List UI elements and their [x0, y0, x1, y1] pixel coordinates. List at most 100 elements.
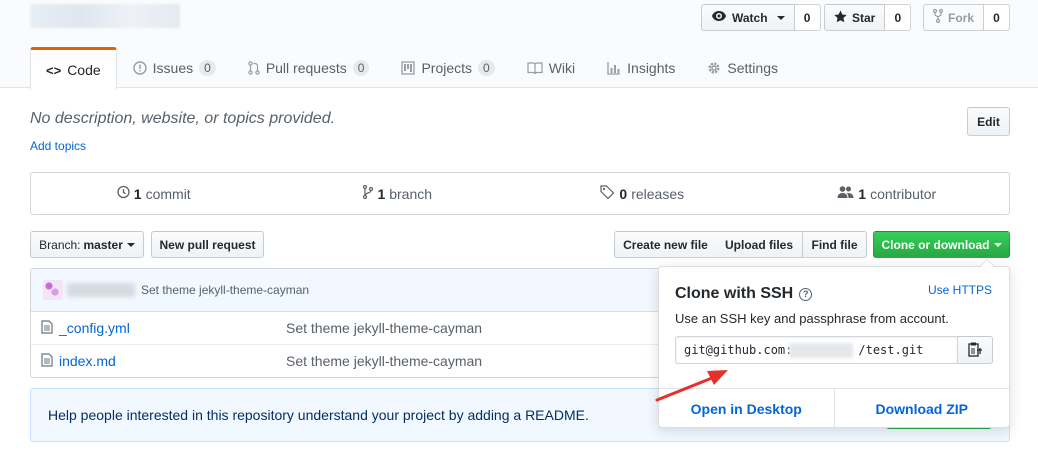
file-icon [41, 319, 53, 337]
file-commit-message[interactable]: Set theme jekyll-theme-cayman [286, 353, 482, 369]
fork-count[interactable]: 0 [984, 4, 1011, 31]
release-label: releases [631, 185, 685, 202]
branch-icon [363, 184, 374, 202]
tab-insights[interactable]: Insights [591, 47, 691, 89]
tab-label: Code [67, 62, 101, 78]
fork-label: Fork [948, 10, 975, 25]
file-name[interactable]: index.md [59, 353, 116, 369]
chevron-down-icon [126, 242, 135, 247]
clone-label: Clone or download [881, 237, 990, 252]
fork-icon [932, 8, 944, 26]
chevron-down-icon [776, 15, 785, 20]
issues-counter: 0 [199, 60, 216, 76]
release-count: 0 [619, 185, 628, 202]
branch-label: branch [389, 185, 433, 202]
watch-button[interactable]: Watch [701, 4, 795, 31]
clone-url-prefix: git@github.com: [684, 343, 793, 357]
watch-group: Watch 0 [701, 4, 821, 31]
projects-counter: 0 [478, 60, 495, 76]
people-icon [837, 185, 854, 202]
tab-issues[interactable]: Issues 0 [117, 47, 232, 89]
tab-pull-requests[interactable]: Pull requests 0 [232, 47, 386, 89]
pull-request-icon [248, 61, 260, 75]
new-pull-request-button[interactable]: New pull request [151, 231, 264, 258]
gear-icon [707, 61, 721, 75]
popover-title: Clone with SSH ? [675, 285, 813, 303]
repo-summary: 1 commit 1 branch 0 releases 1 contribut… [30, 172, 1010, 215]
file-icon [41, 352, 53, 370]
branch-count: 1 [377, 185, 386, 202]
repo-description: No description, website, or topics provi… [30, 110, 336, 127]
commit-count: 1 [133, 185, 142, 202]
avatar[interactable] [43, 280, 63, 300]
tab-label: Insights [627, 60, 676, 76]
author-redacted [67, 283, 135, 297]
question-icon[interactable]: ? [799, 287, 813, 301]
watch-label: Watch [732, 10, 768, 25]
upload-files-button[interactable]: Upload files [716, 231, 803, 258]
readme-notice-text: Help people interested in this repositor… [48, 407, 589, 423]
find-file-button[interactable]: Find file [802, 231, 867, 258]
clone-or-download-button[interactable]: Clone or download [873, 231, 1010, 258]
fork-group: Fork 0 [923, 4, 1011, 31]
tab-code[interactable]: <> Code [30, 47, 117, 90]
watch-count[interactable]: 0 [794, 4, 821, 31]
tab-label: Settings [727, 60, 778, 76]
tab-label: Pull requests [265, 60, 347, 76]
contributor-label: contributor [870, 185, 937, 202]
issue-icon [132, 61, 147, 75]
star-count[interactable]: 0 [885, 4, 912, 31]
repo-title-redacted [30, 4, 180, 28]
tab-label: Issues [152, 60, 194, 76]
star-button[interactable]: Star [824, 4, 886, 31]
chevron-down-icon [993, 242, 1002, 247]
commit-message[interactable]: Set theme jekyll-theme-cayman [141, 283, 309, 297]
clone-popover: Clone with SSH ? Use HTTPS Use an SSH ke… [658, 259, 1010, 428]
add-topics-link[interactable]: Add topics [30, 139, 86, 153]
tab-projects[interactable]: Projects 0 [385, 47, 510, 89]
summary-branches[interactable]: 1 branch [276, 173, 521, 214]
tab-label: Projects [421, 60, 473, 76]
tab-label: Wiki [548, 60, 576, 76]
project-icon [401, 61, 416, 75]
popover-title-text: Clone with SSH [675, 285, 794, 302]
branch-name: master [83, 237, 123, 252]
username-redacted [789, 343, 853, 358]
star-label: Star [852, 10, 876, 25]
repo-nav-tabs: <> Code Issues 0 Pull requests 0 Project… [30, 47, 794, 90]
file-commit-message[interactable]: Set theme jekyll-theme-cayman [286, 320, 482, 336]
copy-to-clipboard-button[interactable] [958, 336, 993, 364]
tab-settings[interactable]: Settings [691, 47, 794, 89]
file-name[interactable]: _config.yml [59, 320, 130, 336]
file-name-cell[interactable]: _config.yml [41, 319, 130, 337]
branch-prefix: Branch: [39, 237, 81, 252]
tab-wiki[interactable]: Wiki [511, 47, 591, 89]
file-name-cell[interactable]: index.md [41, 352, 116, 370]
commit-label: commit [145, 185, 191, 202]
use-https-link[interactable]: Use HTTPS [928, 283, 992, 297]
popover-description: Use an SSH key and passphrase from accou… [675, 311, 949, 326]
edit-description-button[interactable]: Edit [967, 107, 1010, 136]
create-new-file-button[interactable]: Create new file [614, 231, 717, 258]
code-icon: <> [46, 62, 62, 78]
summary-commits[interactable]: 1 commit [31, 173, 276, 214]
clipboard-icon [968, 341, 982, 360]
eye-icon [711, 10, 727, 25]
summary-releases[interactable]: 0 releases [520, 173, 765, 214]
clone-url-suffix: /test.git [858, 343, 924, 357]
history-icon [116, 185, 130, 202]
fork-button[interactable]: Fork [923, 4, 985, 31]
download-zip-button[interactable]: Download ZIP [833, 389, 1010, 428]
book-icon [527, 61, 543, 75]
popover-footer: Open in Desktop Download ZIP [659, 388, 1009, 428]
star-group: Star 0 [824, 4, 912, 31]
contributor-count: 1 [858, 185, 867, 202]
summary-contributors[interactable]: 1 contributor [765, 173, 1010, 214]
graph-icon [607, 61, 621, 75]
clone-url-group: git@github.com: /test.git [675, 336, 993, 364]
branch-select-button[interactable]: Branch: master [30, 231, 144, 258]
star-icon [834, 9, 847, 26]
open-in-desktop-button[interactable]: Open in Desktop [659, 389, 834, 428]
tag-icon [600, 185, 615, 202]
clone-url-input[interactable]: git@github.com: /test.git [675, 336, 958, 364]
